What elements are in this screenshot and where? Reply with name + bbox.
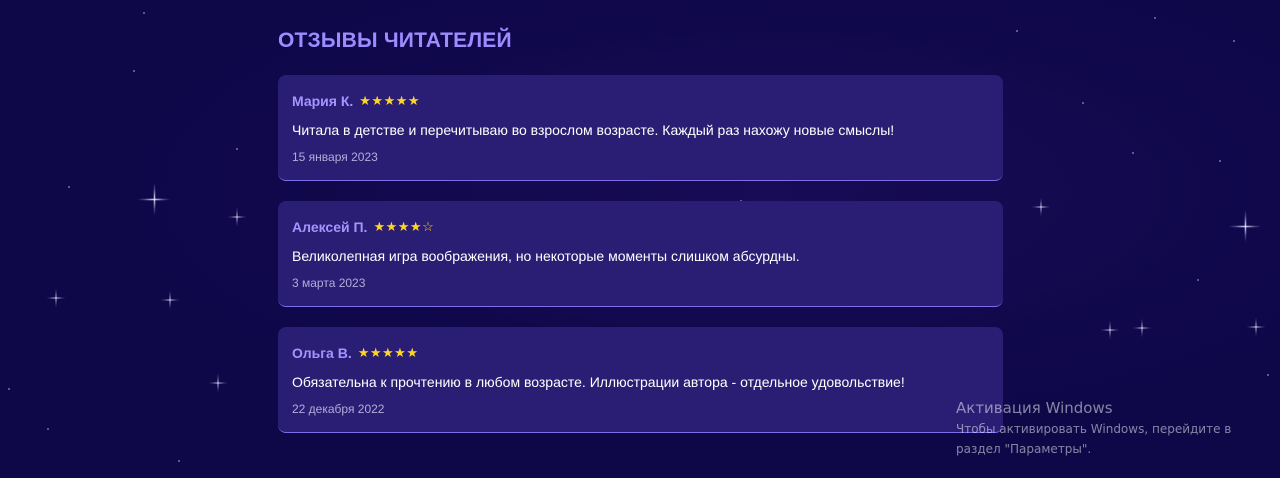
sparkle-star	[208, 373, 228, 393]
review-header: Ольга В. ★★★★★	[292, 343, 989, 363]
star-dot	[47, 428, 49, 430]
rating-stars-icon: ★★★★★	[359, 93, 421, 108]
sparkle-star	[1228, 209, 1262, 243]
rating-stars-icon: ★★★★☆	[373, 219, 435, 234]
sparkle-star	[137, 182, 171, 216]
sparkle-star	[1100, 320, 1120, 340]
star-dot	[1233, 40, 1235, 42]
sparkle-star	[160, 290, 180, 310]
reviewer-name: Ольга В.	[292, 345, 352, 361]
review-text: Обязательна к прочтению в любом возрасте…	[292, 374, 905, 390]
review-date: 22 декабря 2022	[292, 402, 385, 416]
star-dot	[1154, 17, 1156, 19]
review-text: Великолепная игра воображения, но некото…	[292, 248, 800, 264]
review-date: 15 января 2023	[292, 150, 378, 164]
star-dot	[8, 388, 10, 390]
review-card: Алексей П. ★★★★☆ Великолепная игра вообр…	[278, 201, 1003, 307]
reviewer-name: Алексей П.	[292, 219, 368, 235]
star-dot	[1082, 102, 1084, 104]
star-dot	[1016, 30, 1018, 32]
sparkle-star	[227, 207, 247, 227]
star-dot	[1267, 374, 1269, 376]
review-header: Мария К. ★★★★★	[292, 91, 989, 111]
rating-stars-icon: ★★★★★	[357, 345, 419, 360]
activation-line: Чтобы активировать Windows, перейдите в	[956, 422, 1232, 436]
sparkle-star	[46, 288, 66, 308]
activation-title: Активация Windows	[956, 399, 1113, 417]
review-date: 3 марта 2023	[292, 276, 366, 290]
star-dot	[1219, 160, 1221, 162]
review-card: Мария К. ★★★★★ Читала в детстве и перечи…	[278, 75, 1003, 181]
star-dot	[178, 460, 180, 462]
review-header: Алексей П. ★★★★☆	[292, 217, 989, 237]
star-dot	[1197, 279, 1199, 281]
sparkle-star	[1132, 318, 1152, 338]
sparkle-star	[1031, 197, 1051, 217]
star-dot	[1132, 152, 1134, 154]
section-title: ОТЗЫВЫ ЧИТАТЕЛЕЙ	[278, 29, 512, 52]
reviews-section: ОТЗЫВЫ ЧИТАТЕЛЕЙ Мария К. ★★★★★ Читала в…	[278, 26, 1003, 453]
star-dot	[236, 148, 238, 150]
activation-line: раздел "Параметры".	[956, 442, 1092, 456]
reviewer-name: Мария К.	[292, 93, 354, 109]
sparkle-star	[1246, 317, 1266, 337]
star-dot	[68, 186, 70, 188]
review-card: Ольга В. ★★★★★ Обязательна к прочтению в…	[278, 327, 1003, 433]
star-dot	[133, 70, 135, 72]
review-text: Читала в детстве и перечитываю во взросл…	[292, 122, 895, 138]
star-dot	[143, 12, 145, 14]
windows-activation-watermark: Активация Windows Чтобы активировать Win…	[956, 397, 1276, 459]
